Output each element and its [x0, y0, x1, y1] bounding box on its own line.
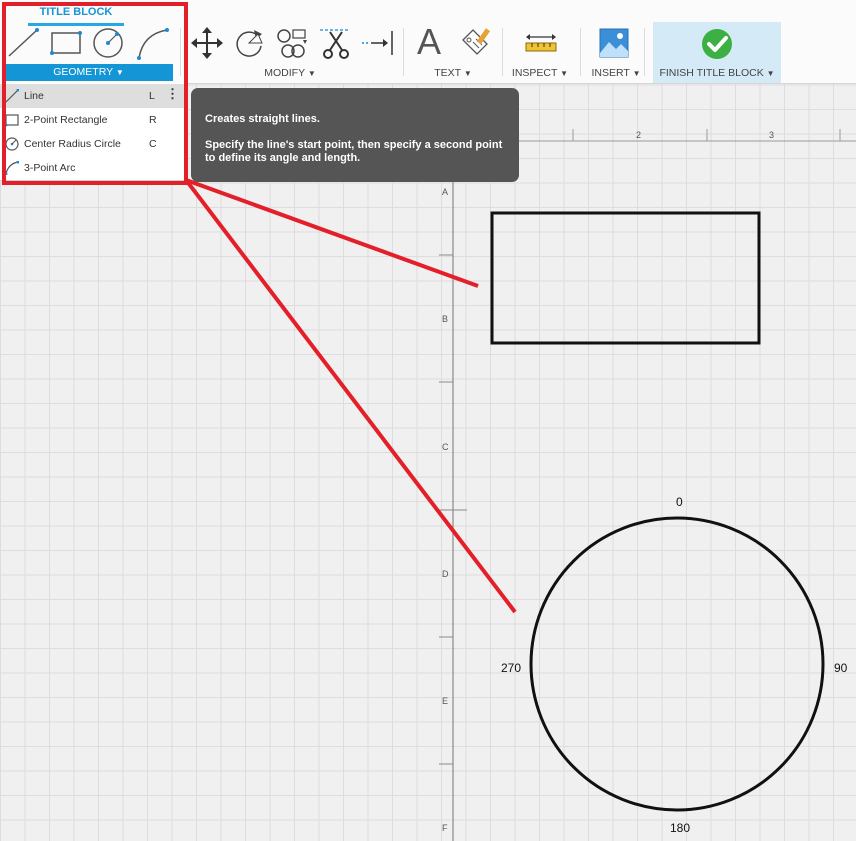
measure-icon[interactable] — [524, 32, 558, 54]
chevron-down-icon: ▼ — [766, 69, 775, 78]
toolbar-separator — [502, 28, 503, 76]
tooltip-body: Specify the line's start point, then spe… — [205, 139, 503, 164]
tooltip-title: Creates straight lines. — [205, 113, 320, 125]
attribute-icon[interactable] — [457, 26, 493, 60]
modify-dropdown-button[interactable]: MODIFY ▼ — [250, 66, 330, 80]
chevron-down-icon: ▼ — [632, 69, 641, 78]
text-dropdown-button[interactable]: TEXT ▼ — [423, 66, 483, 80]
extend-icon[interactable] — [360, 26, 396, 60]
sketch-rectangle[interactable] — [490, 211, 761, 345]
annotation-line-to-circle — [184, 178, 517, 614]
chevron-down-icon: ▼ — [463, 69, 472, 78]
left-ruler-label: D — [442, 569, 449, 579]
left-ruler-label: F — [442, 823, 448, 833]
circle-label-right: 90 — [834, 661, 848, 675]
circle-label-bottom: 180 — [670, 821, 690, 835]
finish-check-icon[interactable] — [700, 27, 734, 61]
top-ruler-label: 2 — [636, 130, 641, 140]
left-ruler-label: C — [442, 442, 449, 452]
left-ruler-label: A — [442, 187, 448, 197]
modify-label: MODIFY — [264, 67, 305, 79]
annotation-line-to-rectangle — [185, 178, 479, 288]
circle-label-left: 270 — [501, 661, 521, 675]
inspect-label: INSPECT — [511, 67, 558, 79]
text-label: TEXT — [434, 67, 461, 79]
line-tooltip: Creates straight lines. Specify the line… — [191, 88, 519, 182]
insert-label: INSERT — [591, 67, 630, 79]
insert-image-icon[interactable] — [598, 27, 630, 59]
finish-label: FINISH TITLE BLOCK — [659, 67, 764, 79]
annotation-highlight-box — [2, 2, 188, 185]
trim-icon[interactable] — [318, 26, 352, 60]
chevron-down-icon: ▼ — [307, 69, 316, 78]
insert-dropdown-button[interactable]: INSERT ▼ — [588, 66, 644, 80]
sketch-circle[interactable] — [529, 516, 825, 812]
inspect-dropdown-button[interactable]: INSPECT ▼ — [508, 66, 572, 80]
toolbar-separator — [403, 28, 404, 76]
finish-title-block-label-button[interactable]: FINISH TITLE BLOCK ▼ — [653, 66, 781, 80]
text-icon[interactable]: A — [417, 22, 447, 62]
align-icon[interactable] — [275, 26, 311, 60]
top-ruler-label: 3 — [769, 130, 774, 140]
toolbar-separator — [644, 28, 645, 76]
circle-label-top: 0 — [676, 495, 683, 509]
rotate-icon[interactable] — [232, 26, 266, 60]
left-ruler-label: B — [442, 314, 448, 324]
chevron-down-icon: ▼ — [560, 69, 569, 78]
move-icon[interactable] — [190, 26, 224, 60]
left-ruler-label: E — [442, 696, 448, 706]
toolbar-separator — [580, 28, 581, 76]
